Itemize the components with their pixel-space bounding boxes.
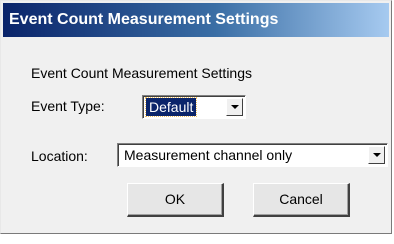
settings-dialog: Event Count Measurement Settings Event C…: [0, 0, 392, 234]
location-value: Measurement channel only: [124, 147, 293, 163]
chevron-down-icon: [373, 153, 381, 157]
chevron-down-icon: [231, 105, 239, 109]
dialog-title-bar[interactable]: Event Count Measurement Settings: [3, 3, 389, 37]
event-type-select[interactable]: Default: [142, 95, 246, 119]
location-dropdown-button[interactable]: [368, 146, 385, 164]
event-type-value: Default: [144, 97, 198, 117]
section-heading: Event Count Measurement Settings: [31, 65, 253, 81]
cancel-button[interactable]: Cancel: [253, 183, 350, 217]
location-select[interactable]: Measurement channel only: [117, 143, 388, 167]
event-type-dropdown-button[interactable]: [226, 98, 243, 116]
location-label: Location:: [31, 148, 88, 164]
dialog-title: Event Count Measurement Settings: [9, 11, 279, 28]
ok-button[interactable]: OK: [127, 183, 224, 217]
event-type-label: Event Type:: [31, 98, 105, 114]
